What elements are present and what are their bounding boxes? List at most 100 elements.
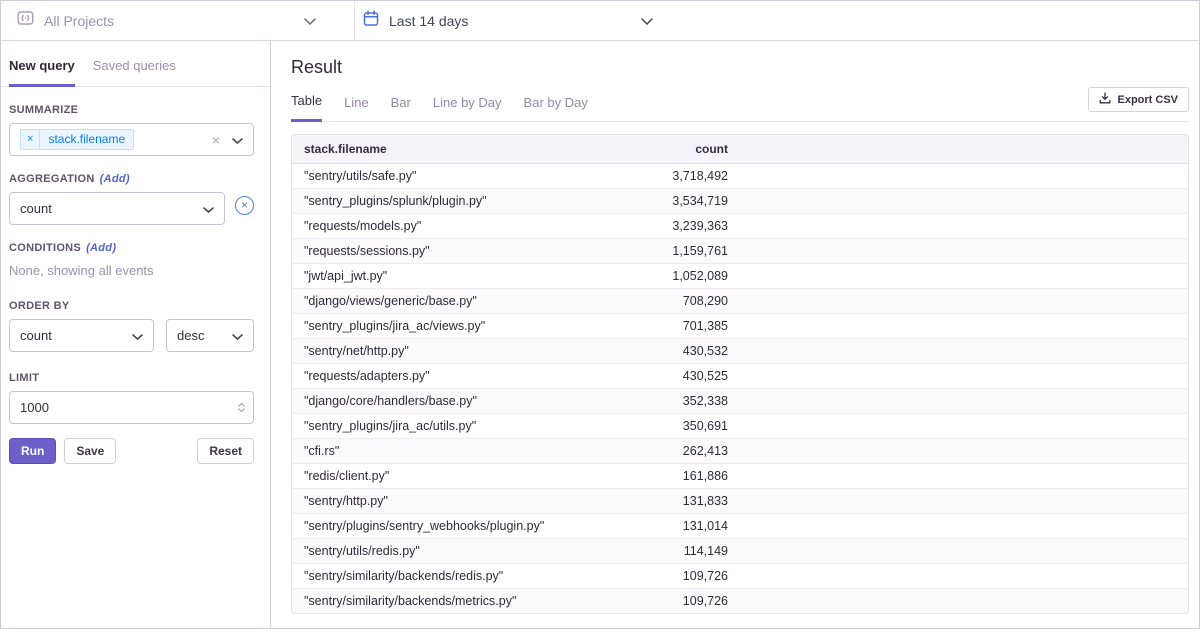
project-selector[interactable]: All Projects [1, 1, 355, 40]
cell-count: 3,239,363 [623, 213, 740, 239]
table-row: "requests/adapters.py" 430,525 [292, 363, 1188, 389]
save-button[interactable]: Save [64, 438, 117, 464]
order-by-direction-select[interactable]: desc [166, 319, 254, 352]
result-panel: Result Table Line Bar Line by Day Bar by… [271, 41, 1199, 628]
aggregation-label: AGGREGATION (Add) [9, 173, 130, 185]
table-row: "sentry/utils/safe.py" 3,718,492 [292, 164, 1188, 189]
page-title: Result [291, 57, 343, 77]
cell-filename: "cfi.rs" [292, 438, 624, 464]
tab-saved-queries[interactable]: Saved queries [93, 58, 176, 86]
cell-filler [739, 388, 1188, 414]
cell-count: 131,833 [623, 488, 740, 514]
cell-filename: "sentry/similarity/backends/metrics.py" [292, 588, 624, 613]
limit-label: LIMIT [9, 372, 40, 384]
tab-line[interactable]: Line [344, 95, 369, 121]
chevron-down-icon [304, 12, 316, 30]
cell-filename: "sentry/utils/redis.py" [292, 538, 624, 564]
cell-count: 3,534,719 [623, 188, 740, 214]
table-row: "requests/sessions.py" 1,159,761 [292, 238, 1188, 264]
cell-filler [739, 263, 1188, 289]
tab-bar[interactable]: Bar [391, 95, 411, 121]
cell-count: 109,726 [623, 588, 740, 613]
aggregation-add-link[interactable]: (Add) [100, 173, 130, 185]
chevron-down-icon [132, 328, 143, 343]
cell-filler [739, 513, 1188, 539]
query-sidebar: New query Saved queries SUMMARIZE × stac… [1, 41, 271, 628]
tab-line-by-day[interactable]: Line by Day [433, 95, 502, 121]
cell-filename: "jwt/api_jwt.py" [292, 263, 624, 289]
cell-filler [739, 188, 1188, 214]
cell-filename: "requests/models.py" [292, 213, 624, 239]
cell-count: 114,149 [623, 538, 740, 564]
cell-count: 109,726 [623, 563, 740, 589]
column-header-count[interactable]: count [623, 135, 740, 164]
clear-icon[interactable]: × [212, 132, 220, 148]
download-icon [1099, 92, 1111, 107]
conditions-label: CONDITIONS (Add) [9, 242, 117, 254]
table-row: "sentry/net/http.py" 430,532 [292, 338, 1188, 364]
cell-filler [740, 164, 1188, 189]
cell-count: 430,525 [623, 363, 740, 389]
cell-count: 1,052,089 [623, 263, 740, 289]
cell-filename: "sentry/similarity/backends/redis.py" [292, 563, 624, 589]
top-bar: All Projects Last 14 days [1, 1, 1199, 41]
cell-count: 430,532 [623, 338, 740, 364]
cell-filename: "requests/sessions.py" [292, 238, 624, 264]
cell-filename: "redis/client.py" [292, 463, 624, 489]
reset-button[interactable]: Reset [197, 438, 254, 464]
cell-filename: "sentry/utils/safe.py" [304, 169, 417, 183]
project-selector-label: All Projects [44, 12, 115, 29]
date-range-selector[interactable]: Last 14 days [355, 1, 667, 40]
cell-filename: "sentry_plugins/jira_ac/utils.py" [292, 413, 624, 439]
cell-filler [739, 338, 1188, 364]
cell-count: 1,159,761 [623, 238, 740, 264]
table-row: "sentry_plugins/jira_ac/views.py" 701,385 [292, 313, 1188, 339]
cell-filename: "sentry/plugins/sentry_webhooks/plugin.p… [292, 513, 624, 539]
table-row: "requests/models.py" 3,239,363 [292, 213, 1188, 239]
cell-filler [739, 213, 1188, 239]
cell-filename: "sentry/net/http.py" [292, 338, 624, 364]
export-csv-button[interactable]: Export CSV [1088, 87, 1189, 112]
table-row: "sentry/similarity/backends/redis.py" 109… [292, 563, 1188, 589]
order-by-field-select[interactable]: count [9, 319, 154, 352]
limit-input[interactable]: 1000 [9, 391, 254, 424]
conditions-add-link[interactable]: (Add) [86, 242, 116, 254]
chevron-down-icon [203, 201, 214, 216]
table-row: "cfi.rs" 262,413 [292, 438, 1188, 464]
tag-remove-icon[interactable]: × [21, 130, 41, 149]
cell-count: 131,014 [623, 513, 740, 539]
cell-filler [739, 438, 1188, 464]
table-row: "jwt/api_jwt.py" 1,052,089 [292, 263, 1188, 289]
cell-filler [739, 238, 1188, 264]
cell-filler [739, 463, 1188, 489]
cell-filename: "sentry_plugins/jira_ac/views.py" [292, 313, 624, 339]
cell-filename: "sentry/http.py" [292, 488, 624, 514]
cell-filler [739, 313, 1188, 339]
cell-filename: "django/views/generic/base.py" [292, 288, 624, 314]
aggregation-select[interactable]: count [9, 192, 225, 225]
number-spinner[interactable] [238, 403, 245, 412]
calendar-icon [363, 9, 379, 32]
tab-bar-by-day[interactable]: Bar by Day [524, 95, 588, 121]
summarize-tag: × stack.filename [20, 129, 135, 150]
column-header-filler [739, 135, 1188, 164]
column-header-filename[interactable]: stack.filename [292, 135, 624, 164]
cell-filler [739, 488, 1188, 514]
order-by-label: ORDER BY [9, 300, 70, 312]
table-row: "sentry_plugins/jira_ac/utils.py" 350,691 [292, 413, 1188, 439]
tab-table[interactable]: Table [291, 93, 323, 122]
cell-filler [739, 363, 1188, 389]
summarize-select[interactable]: × stack.filename × [9, 123, 254, 156]
remove-aggregation-icon[interactable]: × [235, 195, 254, 215]
cell-count: 350,691 [623, 413, 740, 439]
cell-filename: "sentry_plugins/splunk/plugin.py" [292, 188, 624, 214]
discover-query-window: All Projects Last 14 days New query Save… [0, 0, 1200, 629]
table-row: "sentry/similarity/backends/metrics.py" 1… [292, 588, 1188, 613]
tab-new-query[interactable]: New query [9, 58, 75, 87]
table-row: "sentry_plugins/splunk/plugin.py" 3,534,7… [292, 188, 1188, 214]
chevron-down-icon [232, 328, 243, 343]
run-button[interactable]: Run [9, 438, 57, 464]
cell-count: 701,385 [623, 313, 740, 339]
table-row: "django/core/handlers/base.py" 352,338 [292, 388, 1188, 414]
sidebar-tabs: New query Saved queries [1, 41, 270, 87]
